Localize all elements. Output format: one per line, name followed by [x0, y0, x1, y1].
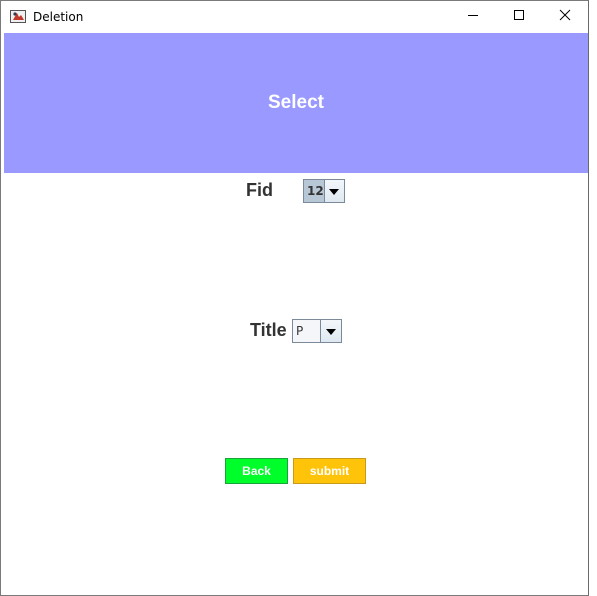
- header-title: Select: [4, 33, 588, 173]
- java-app-icon: [10, 8, 26, 24]
- window-title: Deletion: [33, 10, 83, 24]
- submit-button[interactable]: submit: [293, 458, 366, 484]
- fid-selected-value: 12: [304, 180, 324, 202]
- close-icon: [559, 8, 571, 26]
- fid-dropdown[interactable]: 12: [303, 179, 345, 203]
- title-selected-value: P: [293, 320, 320, 342]
- fid-dropdown-arrow[interactable]: [324, 180, 344, 202]
- chevron-down-icon: [326, 322, 336, 340]
- title-label: Title: [250, 320, 287, 341]
- deletion-window: Deletion Select Fid 12 Title P: [0, 0, 589, 596]
- maximize-icon: [513, 8, 525, 26]
- title-dropdown[interactable]: P: [292, 319, 342, 343]
- header-banner: Select: [4, 33, 588, 173]
- close-button[interactable]: [542, 1, 588, 32]
- maximize-button[interactable]: [496, 1, 542, 32]
- minimize-icon: [467, 8, 479, 26]
- fid-label: Fid: [246, 180, 273, 201]
- back-button[interactable]: Back: [225, 458, 288, 484]
- minimize-button[interactable]: [450, 1, 496, 32]
- title-dropdown-arrow[interactable]: [320, 320, 341, 342]
- title-bar[interactable]: Deletion: [1, 1, 588, 32]
- chevron-down-icon: [329, 182, 339, 200]
